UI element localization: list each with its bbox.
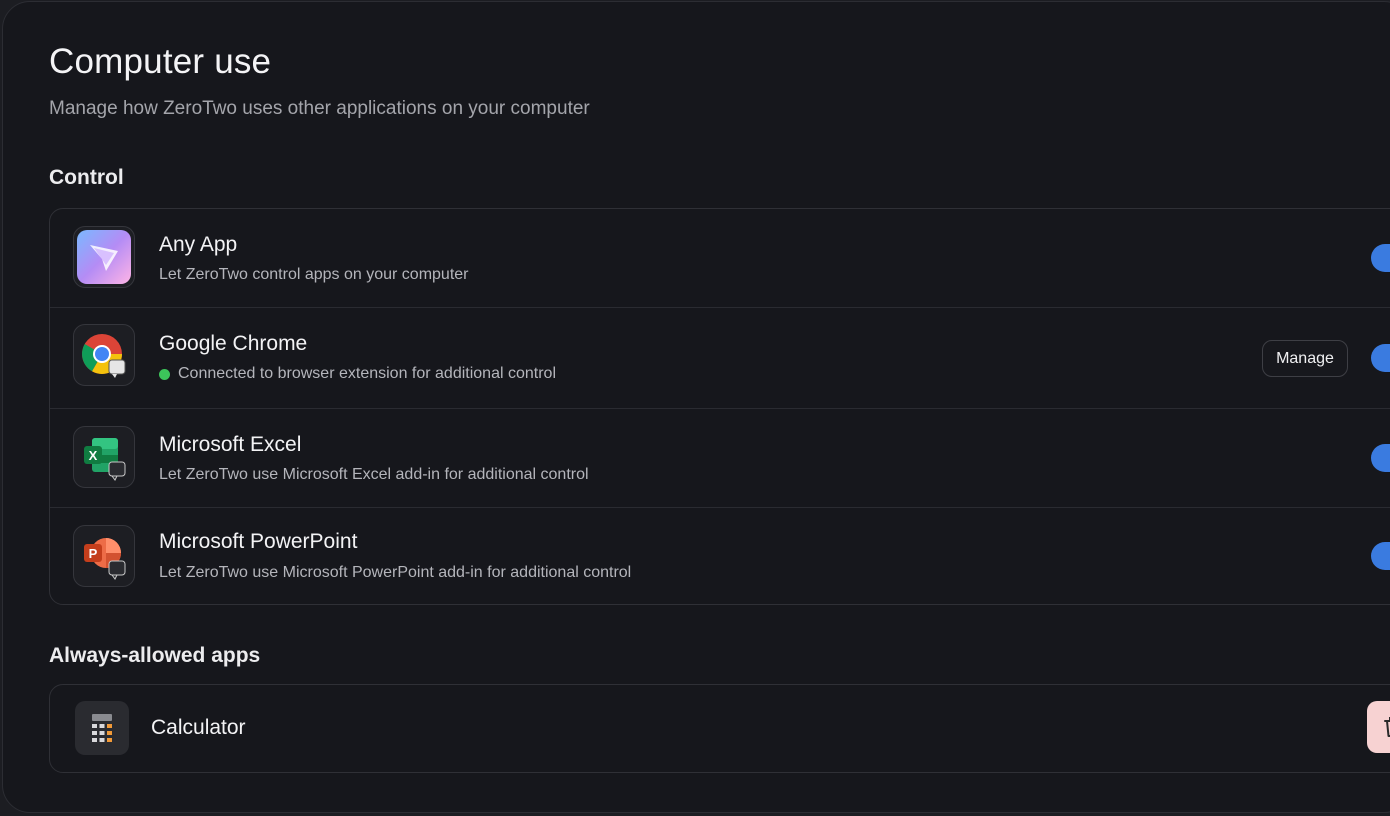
microsoft-powerpoint-toggle[interactable] xyxy=(1371,542,1390,570)
row-description-text: Connected to browser extension for addit… xyxy=(178,365,556,382)
row-description: Let ZeroTwo control apps on your compute… xyxy=(159,266,469,284)
page-title: Computer use xyxy=(49,42,272,81)
control-row-any-app: Any App Let ZeroTwo control apps on your… xyxy=(50,209,1390,308)
app-logo-icon xyxy=(73,226,135,288)
calculator-label: Calculator xyxy=(151,716,246,739)
row-description: Connected to browser extension for addit… xyxy=(159,365,556,383)
always-allowed-row-calculator: Calculator xyxy=(50,685,1390,772)
svg-text:P: P xyxy=(89,546,98,561)
google-chrome-toggle[interactable] xyxy=(1371,344,1390,372)
row-description-text: Let ZeroTwo control apps on your compute… xyxy=(159,266,469,283)
section-title-control: Control xyxy=(49,166,124,189)
row-description: Let ZeroTwo use Microsoft Excel add-in f… xyxy=(159,466,589,484)
status-dot-icon xyxy=(159,368,170,380)
microsoft-excel-toggle[interactable] xyxy=(1371,444,1390,472)
powerpoint-icon: P xyxy=(73,525,135,587)
any-app-toggle[interactable] xyxy=(1371,244,1390,272)
control-row-microsoft-excel: X Microsoft Excel Let ZeroTwo use Micros… xyxy=(50,409,1390,508)
calculator-icon xyxy=(75,701,129,755)
manage-button[interactable]: Manage xyxy=(1262,340,1348,377)
remove-calculator-button[interactable] xyxy=(1367,701,1390,753)
row-title: Google Chrome xyxy=(159,332,308,355)
control-card: Any App Let ZeroTwo control apps on your… xyxy=(49,208,1390,605)
svg-text:X: X xyxy=(89,448,98,463)
row-title: Any App xyxy=(159,233,238,256)
control-row-google-chrome: Google Chrome Connected to browser exten… xyxy=(50,308,1390,409)
settings-window: Computer use Manage how ZeroTwo uses oth… xyxy=(2,1,1390,813)
row-title: Microsoft Excel xyxy=(159,433,302,456)
row-title: Microsoft PowerPoint xyxy=(159,530,358,553)
page-subtitle: Manage how ZeroTwo uses other applicatio… xyxy=(49,98,590,119)
chrome-icon xyxy=(73,324,135,386)
control-row-microsoft-powerpoint: P Microsoft PowerPoint Let ZeroTwo use M… xyxy=(50,508,1390,604)
row-description-text: Let ZeroTwo use Microsoft Excel add-in f… xyxy=(159,466,589,483)
row-description-text: Let ZeroTwo use Microsoft PowerPoint add… xyxy=(159,564,632,581)
excel-icon: X xyxy=(73,426,135,488)
trash-icon xyxy=(1384,717,1390,737)
row-description: Let ZeroTwo use Microsoft PowerPoint add… xyxy=(159,564,631,582)
section-title-always-allowed: Always-allowed apps xyxy=(49,644,261,667)
always-allowed-card: Calculator xyxy=(49,684,1390,773)
